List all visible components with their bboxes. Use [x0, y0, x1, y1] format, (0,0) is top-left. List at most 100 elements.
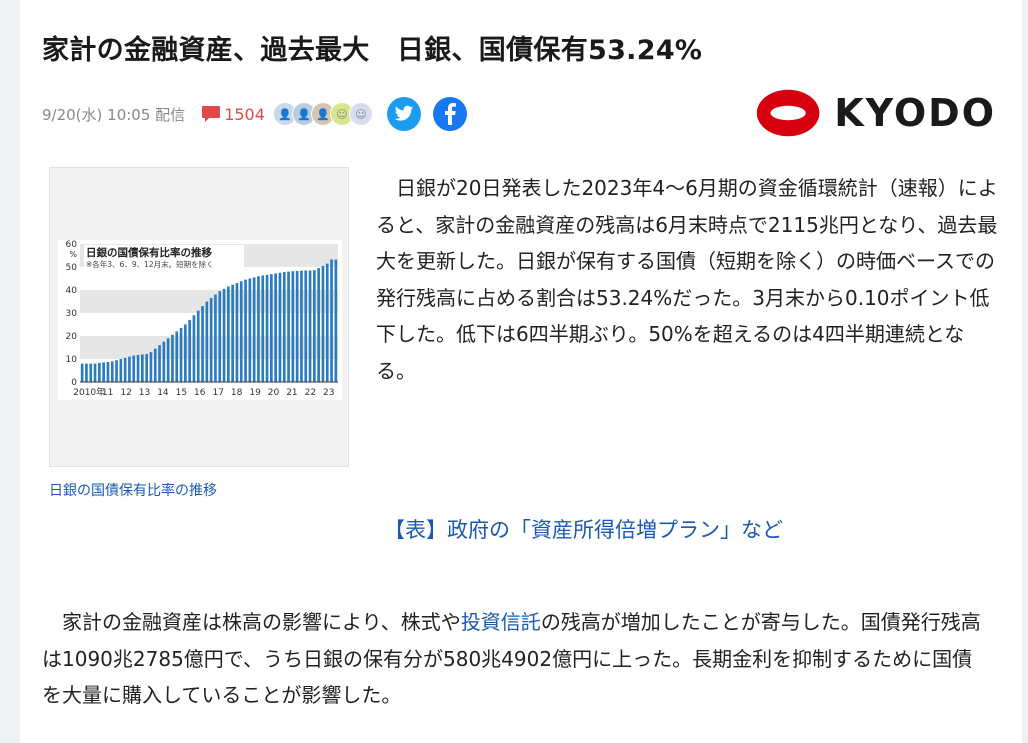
x-tick-label: 22: [305, 388, 316, 398]
chart-bar: [98, 362, 101, 382]
chart-bar: [214, 294, 217, 382]
chart-bar: [136, 354, 140, 382]
chart-container: 0 10 20 30 40 50 60% 日銀の国債保有比率の推移 ※各年3、6、9、12月末。…: [58, 240, 342, 400]
chart-subtitle: ※各年3、6、9、12月末。短期を除く: [86, 259, 214, 269]
investment-trust-link[interactable]: 投資信託: [461, 610, 541, 634]
chart-bar: [248, 278, 252, 382]
figure-caption[interactable]: 日銀の国債保有比率の推移: [49, 480, 217, 500]
chart-bar: [222, 288, 226, 382]
commenter-avatars[interactable]: 👤 👤 👤 ☺ ☺: [272, 102, 373, 126]
chart-bar: [110, 361, 114, 382]
x-tick-label: 20: [268, 388, 280, 398]
x-tick-label: 11: [102, 388, 113, 398]
publish-date: 9/20(水) 10:05 配信: [42, 104, 185, 125]
chart-bar: [287, 271, 290, 382]
chart-bar: [141, 354, 144, 382]
chart-bar: [175, 331, 179, 382]
comment-count-button[interactable]: 1504: [201, 105, 265, 124]
related-link[interactable]: 【表】政府の「資産所得倍増プラン」など: [384, 514, 783, 544]
twitter-bird-icon: [394, 105, 414, 121]
chart-bar: [313, 270, 316, 382]
kyodo-mark-icon: [756, 89, 820, 137]
chart-bar: [218, 291, 222, 382]
chart-bar: [145, 353, 148, 382]
chart-bar: [308, 270, 312, 382]
chart-bar: [205, 301, 209, 382]
page-scrollbar-track[interactable]: [1022, 0, 1028, 743]
chart-band: [80, 267, 338, 290]
article-title: 家計の金融資産、過去最大 日銀、国債保有53.24%: [42, 35, 703, 66]
x-tick-label: 13: [139, 388, 150, 398]
chart-bar: [252, 277, 256, 382]
article-meta: 9/20(水) 10:05 配信 1504 👤 👤 👤 ☺ ☺: [42, 97, 479, 131]
chart-bar: [265, 274, 269, 382]
y-tick-label: 0: [71, 378, 77, 388]
chart-bar: [149, 352, 153, 382]
chart-bar: [184, 324, 187, 382]
chart-bar: [295, 270, 299, 382]
twitter-share-button[interactable]: [386, 97, 421, 131]
facebook-share-button[interactable]: [432, 97, 467, 131]
page-gutter-left: [0, 0, 20, 743]
chart-bar: [321, 265, 325, 382]
chart-bar: [119, 359, 123, 382]
x-tick-label: 19: [249, 388, 261, 398]
chart-bar: [93, 363, 97, 382]
chart-bar: [209, 298, 213, 382]
chart-bar: [317, 268, 320, 382]
chart-bar: [257, 276, 260, 382]
paragraph-text: 日銀が20日発表した2023年4～6月期の資金循環統計（速報）によると、家計の金…: [376, 176, 998, 383]
chart-bar: [270, 274, 273, 382]
article-figure[interactable]: 0 10 20 30 40 50 60% 日銀の国債保有比率の推移 ※各年3、6、9、12月末。…: [49, 167, 349, 467]
chart-bar: [123, 357, 127, 382]
chart-band: [80, 359, 338, 382]
comment-icon: [202, 106, 221, 122]
chart-bar: [158, 345, 161, 382]
chart-bar: [304, 270, 308, 382]
chart-bar: [166, 338, 170, 382]
chart-bar: [325, 263, 329, 382]
chart-bar: [188, 319, 191, 382]
x-tick-label: 15: [176, 388, 187, 398]
chart-title: 日銀の国債保有比率の推移: [86, 246, 212, 259]
chart-bar: [244, 279, 247, 382]
bond-holding-ratio-chart: 0 10 20 30 40 50 60% 日銀の国債保有比率の推移※各年3、6、9、12月末。…: [66, 240, 338, 398]
chart-bar: [128, 356, 131, 382]
article-paragraph: 日銀が20日発表した2023年4～6月期の資金循環統計（速報）によると、家計の金…: [376, 170, 998, 389]
x-tick-label: 12: [120, 388, 131, 398]
x-tick-label: 17: [212, 388, 223, 398]
publisher-logo[interactable]: KYODO: [756, 80, 996, 146]
x-tick-label: 16: [194, 388, 206, 398]
chart-band: [80, 313, 338, 336]
distribution-label: 配信: [155, 105, 186, 124]
chart-bar: [89, 363, 93, 382]
chart-bar: [330, 259, 333, 382]
y-tick-label: 20: [66, 332, 78, 342]
chart-bar: [334, 259, 338, 382]
x-tick-label: 2010年: [73, 386, 105, 398]
chart-bar: [85, 363, 88, 382]
chart-bar: [162, 341, 166, 382]
x-tick-label: 23: [323, 388, 334, 398]
chart-bar: [278, 272, 282, 382]
chart-bar: [227, 286, 230, 382]
chart-bar: [274, 273, 277, 382]
chart-bar: [153, 348, 157, 382]
y-tick-label: 60: [66, 240, 78, 250]
x-tick-label: 14: [157, 388, 169, 398]
comment-count: 1504: [224, 104, 265, 124]
chart-band: [80, 290, 338, 313]
chart-bar: [291, 271, 295, 382]
publish-datetime: 9/20(水) 10:05: [42, 105, 151, 124]
chart-bar: [239, 281, 243, 382]
y-unit-label: %: [69, 250, 77, 259]
facebook-f-icon: [444, 103, 456, 125]
chart-bar: [115, 360, 118, 382]
chart-bar: [282, 272, 286, 382]
publisher-name: KYODO: [834, 91, 996, 135]
chart-bar: [171, 334, 174, 382]
y-tick-label: 50: [66, 263, 78, 273]
y-tick-label: 30: [66, 309, 78, 319]
chart-bar: [231, 284, 234, 382]
chart-bar: [132, 355, 136, 382]
